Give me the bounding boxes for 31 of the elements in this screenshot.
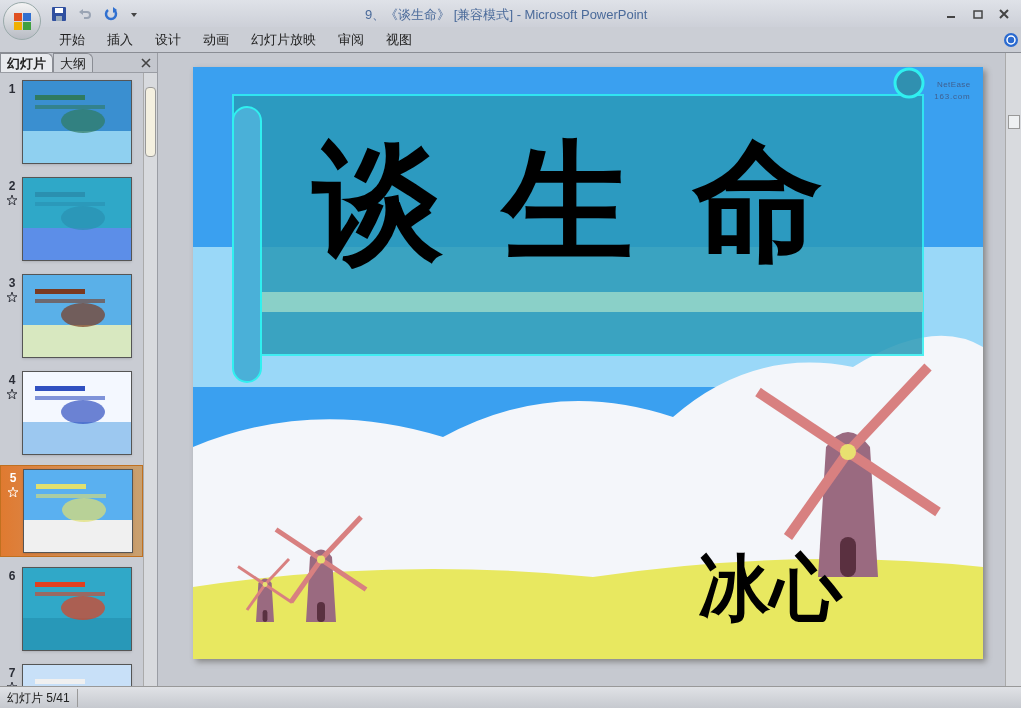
- ribbon-tab[interactable]: 幻灯片放映: [240, 29, 327, 50]
- close-icon[interactable]: [141, 58, 151, 68]
- restore-icon[interactable]: [973, 8, 983, 19]
- ribbon-tab[interactable]: 设计: [144, 29, 192, 50]
- slide-number: 6: [8, 568, 16, 585]
- slide-number: 7: [8, 665, 16, 682]
- office-button[interactable]: [3, 2, 41, 40]
- slide-counter: 幻灯片 5/41: [0, 688, 78, 707]
- redo-icon[interactable]: [104, 6, 118, 21]
- slide-author: 冰心: [697, 552, 842, 624]
- slide-title: 谈生命: [312, 137, 883, 267]
- close-icon[interactable]: [999, 8, 1009, 19]
- save-icon[interactable]: [52, 6, 66, 21]
- slide-number: 2: [8, 178, 16, 195]
- ribbon-tab[interactable]: 开始: [48, 29, 96, 50]
- ribbon-tab[interactable]: 插入: [96, 29, 144, 50]
- logo-site: 163.com: [934, 91, 971, 103]
- scrollbar[interactable]: [1005, 53, 1021, 686]
- slide-number: 5: [9, 470, 17, 487]
- help-icon[interactable]: [1004, 32, 1018, 47]
- panel-tab[interactable]: 幻灯片: [0, 53, 53, 72]
- slide-number: 1: [8, 81, 16, 98]
- ribbon-tab[interactable]: 视图: [375, 29, 423, 50]
- ribbon-tab[interactable]: 动画: [192, 29, 240, 50]
- panel-tab[interactable]: 大纲: [53, 53, 93, 72]
- slide-number: 4: [8, 372, 16, 389]
- window-title: 9、《谈生命》 [兼容模式] - Microsoft PowerPoint: [365, 6, 648, 24]
- slide-number: 3: [8, 275, 16, 292]
- scrollbar[interactable]: [143, 73, 157, 686]
- logo-name: NetEase: [937, 79, 971, 91]
- ribbon-tab[interactable]: 审阅: [327, 29, 375, 50]
